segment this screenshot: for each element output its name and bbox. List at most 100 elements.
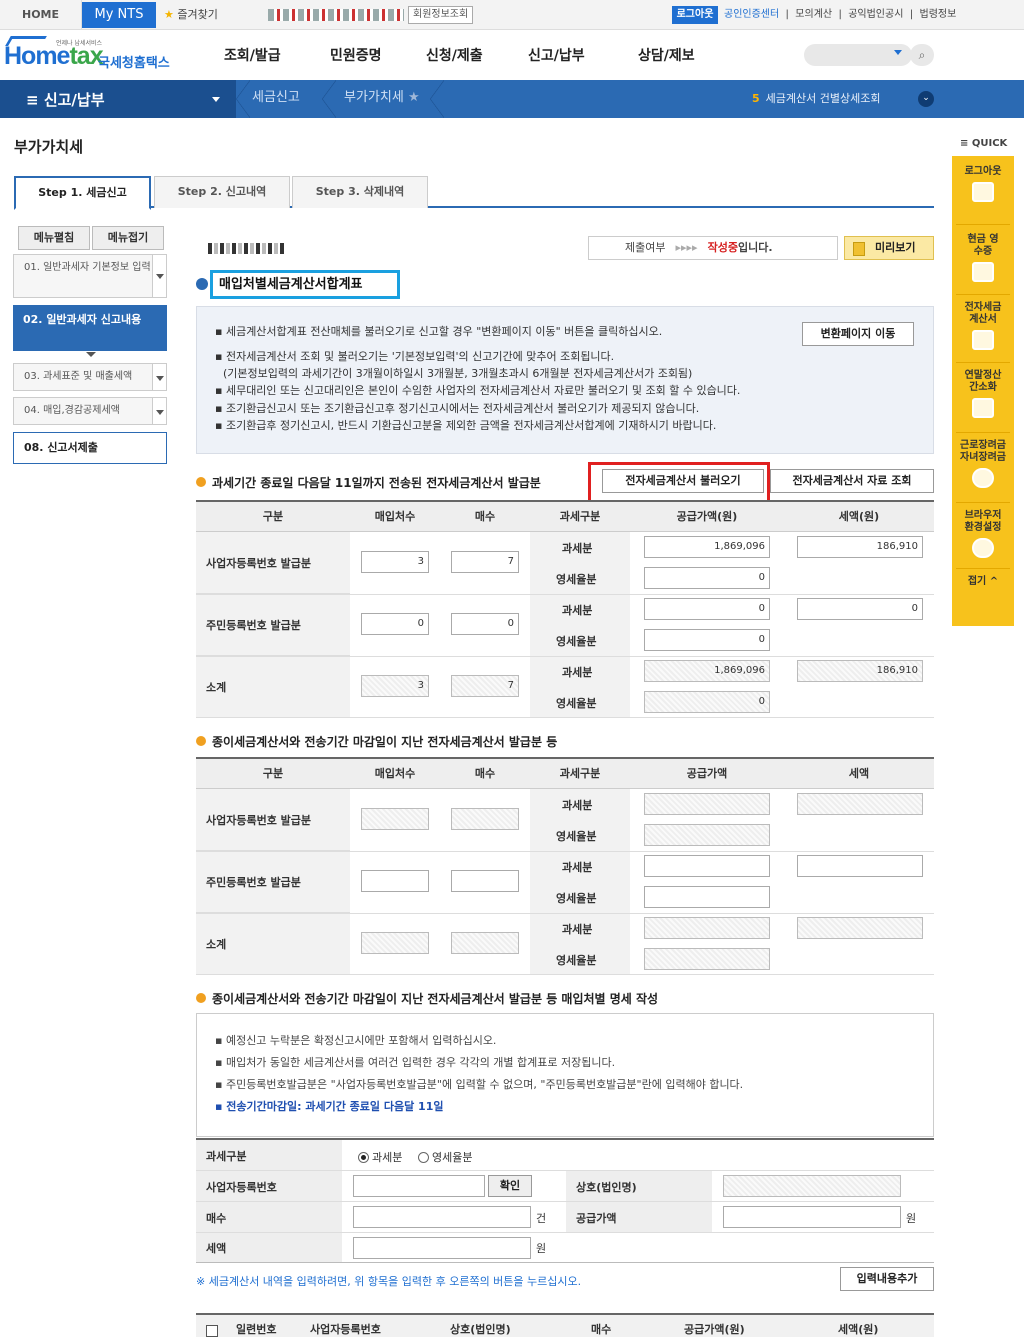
supply-readonly: [644, 917, 770, 939]
home-link[interactable]: HOME: [0, 0, 82, 30]
tax-input[interactable]: [797, 855, 923, 877]
row-label: 주민등록번호 발급분: [206, 876, 301, 889]
unit-label: 건: [536, 1212, 547, 1225]
gear-icon: [972, 538, 994, 558]
hometax-logo[interactable]: 언제나 납세서비스 Hometax 국세청홈택스: [4, 36, 178, 76]
gnb-report-payment[interactable]: 신고/납부: [528, 30, 585, 80]
convert-page-button[interactable]: 변환페이지 이동: [802, 322, 914, 346]
quick-browser-settings[interactable]: 브라우저 환경설정: [952, 510, 1014, 558]
col-header: 매수: [440, 502, 530, 532]
gnb-certificate[interactable]: 민원증명: [330, 30, 382, 80]
mock-calc-link[interactable]: 모의계산: [795, 9, 832, 20]
sidebar-item-deduction[interactable]: 04. 매입,경감공제세액: [13, 397, 167, 425]
supply-input[interactable]: 0: [644, 629, 770, 651]
gnb-application[interactable]: 신청/제출: [426, 30, 483, 80]
select-all-checkbox[interactable]: [206, 1325, 218, 1337]
arrow-circle-icon: [196, 278, 208, 290]
quick-label: ≡ QUICK: [960, 138, 1008, 149]
quick-earned-income[interactable]: 근로장려금 자녀장려금: [952, 440, 1014, 488]
taxpayer-name-blurred: [208, 243, 284, 254]
main-menu-select[interactable]: ≡ 신고/납부: [0, 80, 236, 118]
chevron-down-icon: [86, 352, 96, 357]
quick-etax-invoice[interactable]: 전자세금 계산서: [952, 302, 1014, 350]
main-header: 언제나 납세서비스 Hometax 국세청홈택스 조회/발급 민원증명 신청/제…: [0, 30, 1024, 80]
chevron-down-icon[interactable]: [894, 50, 902, 55]
query-etax-data-button[interactable]: 전자세금계산서 자료 조회: [770, 469, 934, 493]
radio-icon[interactable]: [358, 1151, 369, 1163]
subsection-title: 종이세금계산서와 전송기간 마감일이 지난 전자세금계산서 발급분 등 매입처별…: [196, 990, 658, 1007]
tax-type-label: 영세율분: [556, 892, 597, 905]
quick-logout[interactable]: 로그아웃: [952, 166, 1014, 202]
supply-input[interactable]: [644, 855, 770, 877]
sheets-input[interactable]: [353, 1206, 531, 1228]
quick-year-end[interactable]: 연말정산 간소화: [952, 370, 1014, 418]
quick-fold-button[interactable]: 접기 ^: [952, 576, 1014, 588]
chevron-down-icon[interactable]: [152, 398, 166, 424]
law-info-link[interactable]: 법령정보: [920, 9, 957, 20]
paper-invoice-table: 구분 매입처수 매수 과세구분 공급가액 세액 사업자등록번호 발급분 주민등록…: [196, 757, 934, 975]
info-line: ▪ 세무대리인 또는 신고대리인은 본인이 수임한 사업자의 전자세금계산서 자…: [215, 384, 741, 397]
cert-center-link[interactable]: 공인인증센터: [724, 9, 779, 20]
menu-expand-button[interactable]: 메뉴펼침: [18, 226, 90, 250]
radio-zero-rate[interactable]: 영세율분: [418, 1149, 472, 1165]
search-icon[interactable]: ⌕: [910, 44, 934, 66]
supply-input[interactable]: 0: [644, 598, 770, 620]
chevron-down-icon[interactable]: ⌄: [918, 91, 934, 107]
count-readonly: 3: [361, 675, 429, 697]
sidebar-item-basic-info[interactable]: 01. 일반과세자 기본정보 입력: [13, 254, 167, 298]
sheets-input[interactable]: 0: [451, 613, 519, 635]
sidebar-item-report-content[interactable]: 02. 일반과세자 신고내용: [13, 305, 167, 351]
quick-cash-receipt[interactable]: 현금 영수증: [952, 234, 1014, 282]
breadcrumb-separator: [236, 80, 250, 118]
bizno-input[interactable]: [353, 1175, 485, 1197]
field-label: 공급가액: [576, 1212, 617, 1225]
favorites-link[interactable]: ★ 즐겨찾기: [158, 0, 218, 30]
col-header: 공급가액(원): [684, 1323, 745, 1336]
sheets-input[interactable]: [451, 870, 519, 892]
breadcrumb-vat[interactable]: 부가가치세 ★: [344, 80, 420, 118]
chevron-down-icon[interactable]: [152, 255, 166, 297]
tax-input[interactable]: [353, 1237, 531, 1259]
sheets-input[interactable]: 7: [451, 551, 519, 573]
menu-collapse-button[interactable]: 메뉴접기: [92, 226, 164, 250]
count-input[interactable]: 0: [361, 613, 429, 635]
tax-type-label: 과세분: [562, 923, 593, 936]
tab-step2[interactable]: Step 2. 신고내역: [154, 176, 290, 208]
sheets-readonly: 7: [451, 675, 519, 697]
add-entry-button[interactable]: 입력내용추가: [840, 1267, 934, 1291]
preview-button[interactable]: 미리보기: [844, 236, 934, 260]
sidebar-item-submit[interactable]: 08. 신고서제출: [13, 432, 167, 464]
radio-taxable[interactable]: 과세분: [358, 1149, 402, 1165]
logout-button[interactable]: 로그아웃: [672, 6, 718, 24]
count-input[interactable]: [361, 870, 429, 892]
field-label: 과세구분: [206, 1150, 247, 1163]
chevron-down-icon[interactable]: [152, 364, 166, 390]
gnb-inquiry[interactable]: 조회/발급: [224, 30, 281, 80]
user-info-button[interactable]: 회원정보조회: [408, 6, 474, 24]
col-header: 매수: [591, 1323, 612, 1336]
supply-input[interactable]: [644, 886, 770, 908]
breadcrumb-tax-report[interactable]: 세금신고: [252, 80, 300, 118]
chevron-up-icon: ^: [989, 576, 999, 587]
tax-input[interactable]: 0: [797, 598, 923, 620]
sidebar-item-tax-base[interactable]: 03. 과세표준 및 매출세액: [13, 363, 167, 391]
tax-type-label: 영세율분: [556, 573, 597, 586]
my-nts-button[interactable]: My NTS: [82, 2, 156, 28]
radio-icon[interactable]: [418, 1151, 429, 1163]
location-bar: ≡ 신고/납부 세금신고 부가가치세 ★ 5 세금계산서 건별상세조회 ⌄: [0, 80, 1024, 118]
tab-step1[interactable]: Step 1. 세금신고: [14, 176, 151, 210]
supply-input[interactable]: 1,869,096: [644, 536, 770, 558]
gnb-consult[interactable]: 상담/제보: [638, 30, 695, 80]
recent-menu[interactable]: 5 세금계산서 건별상세조회: [752, 80, 880, 118]
count-input[interactable]: 3: [361, 551, 429, 573]
public-corp-link[interactable]: 공익법인공시: [848, 9, 903, 20]
supply-input[interactable]: 0: [644, 567, 770, 589]
search-input[interactable]: [804, 44, 912, 66]
star-icon[interactable]: ★: [408, 90, 420, 105]
tab-step3[interactable]: Step 3. 삭제내역: [292, 176, 428, 208]
sidebar-item-label: 01. 일반과세자 기본정보 입력: [24, 262, 151, 273]
supply-readonly: 1,869,096: [644, 660, 770, 682]
tax-input[interactable]: 186,910: [797, 536, 923, 558]
supply-input[interactable]: [723, 1206, 901, 1228]
confirm-button[interactable]: 확인: [488, 1175, 532, 1197]
